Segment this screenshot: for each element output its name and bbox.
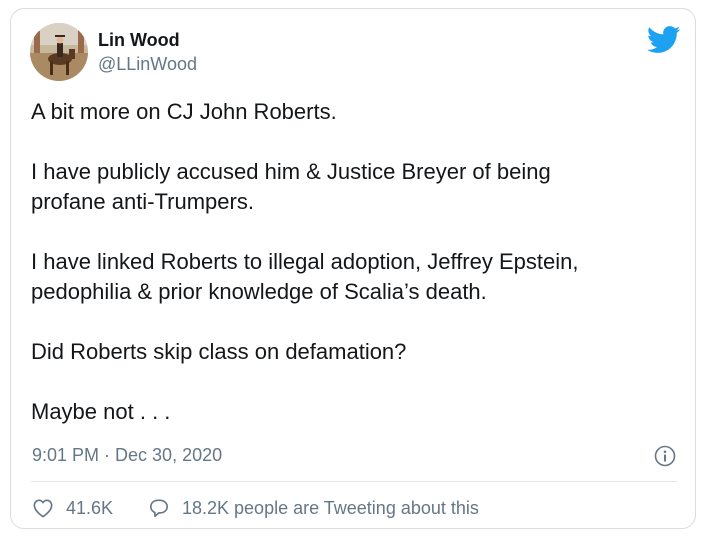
heart-icon — [33, 499, 53, 518]
author-name[interactable]: Lin Wood — [98, 30, 180, 51]
avatar-image — [30, 23, 88, 81]
like-button[interactable]: 41.6K — [32, 496, 113, 520]
conversation-text: 18.2K people are Tweeting about this — [182, 497, 479, 518]
conversation-link[interactable]: 18.2K people are Tweeting about this — [148, 496, 479, 520]
author-handle[interactable]: @LLinWood — [98, 54, 197, 75]
avatar[interactable] — [30, 23, 88, 81]
tweet-paragraph: I have linked Roberts to illegal adoptio… — [31, 249, 579, 304]
info-icon[interactable] — [654, 445, 676, 467]
twitter-bird-icon[interactable] — [647, 26, 681, 54]
tweet-card[interactable]: Lin Wood @LLinWood A bit more on CJ John… — [10, 8, 696, 529]
tweet-text: A bit more on CJ John Roberts. I have pu… — [31, 97, 671, 427]
tweet-paragraph: I have publicly accused him & Justice Br… — [31, 159, 551, 214]
divider — [31, 481, 677, 482]
tweet-paragraph: Did Roberts skip class on defamation? — [31, 339, 407, 364]
like-count: 41.6K — [66, 497, 114, 518]
tweet-paragraph: Maybe not . . . — [31, 399, 171, 424]
speech-bubble-icon — [150, 499, 168, 517]
tweet-timestamp[interactable]: 9:01 PM · Dec 30, 2020 — [32, 445, 222, 466]
tweet-paragraph: A bit more on CJ John Roberts. — [31, 99, 337, 124]
